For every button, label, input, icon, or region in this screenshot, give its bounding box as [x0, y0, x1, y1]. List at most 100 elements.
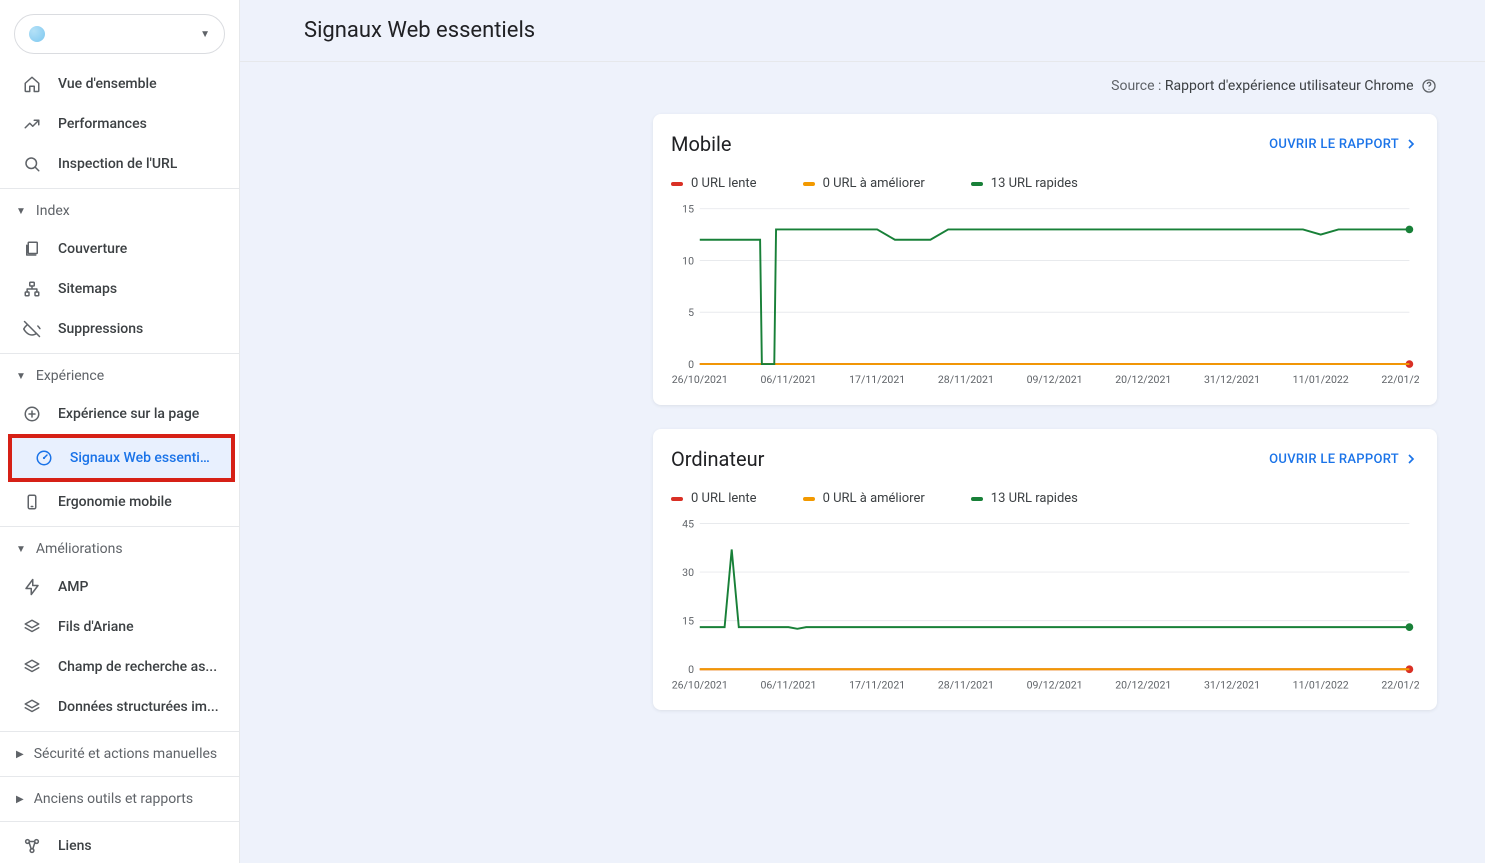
legend: 0 URL lente 0 URL à améliorer 13 URL rap… — [671, 168, 1419, 195]
nav-item-label: Inspection de l'URL — [58, 156, 177, 172]
legend-item: 13 URL rapides — [971, 176, 1078, 191]
open-report-button[interactable]: OUVRIR LE RAPPORT — [1269, 451, 1419, 467]
nav-section-label: Anciens outils et rapports — [34, 791, 193, 807]
main: Signaux Web essentiels Source : Rapport … — [240, 0, 1485, 863]
legend-item: 0 URL lente — [671, 491, 757, 506]
source-link[interactable]: Rapport d'expérience utilisateur Chrome — [1165, 78, 1414, 94]
card-header: Mobile OUVRIR LE RAPPORT — [671, 132, 1419, 156]
nav-item-label: Suppressions — [58, 321, 143, 337]
sitemap-icon — [22, 280, 42, 298]
nav-item-phone[interactable]: Ergonomie mobile — [0, 482, 239, 522]
divider — [0, 353, 239, 354]
legend-swatch-red — [671, 182, 683, 186]
legend-swatch-green — [971, 497, 983, 501]
chevron-right-icon — [1403, 136, 1419, 152]
caret-down-icon: ▼ — [16, 371, 26, 382]
nav-item-eye-off[interactable]: Suppressions — [0, 309, 239, 349]
legend-swatch-red — [671, 497, 683, 501]
divider — [0, 526, 239, 527]
svg-text:28/11/2021: 28/11/2021 — [938, 374, 994, 387]
card-title: Ordinateur — [671, 447, 764, 471]
svg-text:06/11/2021: 06/11/2021 — [760, 374, 816, 387]
link-icon — [22, 837, 42, 855]
nav-item-plus-circle[interactable]: Expérience sur la page — [0, 394, 239, 434]
nav-item-label: Ergonomie mobile — [58, 494, 172, 510]
svg-text:20/12/2021: 20/12/2021 — [1115, 374, 1171, 387]
svg-text:30: 30 — [682, 566, 694, 579]
divider — [0, 731, 239, 732]
divider — [0, 776, 239, 777]
svg-text:11/01/2022: 11/01/2022 — [1293, 374, 1349, 387]
nav-item-layers[interactable]: Données structurées im... — [0, 687, 239, 727]
nav-item-sitemap[interactable]: Sitemaps — [0, 269, 239, 309]
help-icon[interactable] — [1421, 78, 1437, 94]
nav-section-collapsed[interactable]: ▶ Anciens outils et rapports — [0, 781, 239, 817]
nav-item-search[interactable]: Inspection de l'URL — [0, 144, 239, 184]
legend-item: 13 URL rapides — [971, 491, 1078, 506]
nav-item-label: Signaux Web essentiels — [70, 450, 217, 466]
nav-item-label: Champ de recherche as... — [58, 659, 217, 675]
legend-text: 0 URL lente — [691, 176, 757, 191]
nav-item-label: Données structurées im... — [58, 699, 219, 715]
legend-swatch-orange — [803, 182, 815, 186]
open-report-label: OUVRIR LE RAPPORT — [1269, 137, 1399, 152]
svg-text:31/12/2021: 31/12/2021 — [1204, 374, 1260, 387]
nav-section-label: Expérience — [36, 368, 104, 384]
nav-item-layers[interactable]: Fils d'Ariane — [0, 607, 239, 647]
nav-item-home[interactable]: Vue d'ensemble — [0, 64, 239, 104]
open-report-button[interactable]: OUVRIR LE RAPPORT — [1269, 136, 1419, 152]
chart-mobile: 05101526/10/202106/11/202117/11/202128/1… — [671, 195, 1419, 395]
nav-item-layers[interactable]: Champ de recherche as... — [0, 647, 239, 687]
svg-text:45: 45 — [682, 518, 694, 531]
chart-desktop: 015304526/10/202106/11/202117/11/202128/… — [671, 510, 1419, 700]
page-title: Signaux Web essentiels — [304, 18, 1461, 43]
gauge-icon — [34, 449, 54, 467]
svg-text:17/11/2021: 17/11/2021 — [849, 679, 905, 692]
card-title: Mobile — [671, 132, 731, 156]
card-mobile: Mobile OUVRIR LE RAPPORT 0 URL lente 0 U… — [653, 114, 1437, 405]
legend-item: 0 URL à améliorer — [803, 176, 925, 191]
legend-item: 0 URL à améliorer — [803, 491, 925, 506]
svg-text:09/12/2021: 09/12/2021 — [1027, 374, 1083, 387]
nav-item-label: Sitemaps — [58, 281, 117, 297]
legend-text: 13 URL rapides — [991, 491, 1078, 506]
svg-text:31/12/2021: 31/12/2021 — [1204, 679, 1260, 692]
source-label: Source : — [1111, 78, 1165, 94]
nav-section-expérience[interactable]: ▼ Expérience — [0, 358, 239, 394]
svg-text:17/11/2021: 17/11/2021 — [849, 374, 905, 387]
cards: Mobile OUVRIR LE RAPPORT 0 URL lente 0 U… — [605, 94, 1485, 710]
legend-swatch-green — [971, 182, 983, 186]
svg-text:11/01/2022: 11/01/2022 — [1293, 679, 1349, 692]
plus-circle-icon — [22, 405, 42, 423]
home-icon — [22, 75, 42, 93]
svg-text:26/10/2021: 26/10/2021 — [672, 679, 728, 692]
sidebar: ▼ Vue d'ensemble Performances Inspection… — [0, 0, 240, 863]
caret-down-icon: ▼ — [16, 544, 26, 555]
chevron-right-icon — [1403, 451, 1419, 467]
search-icon — [22, 155, 42, 173]
nav-item-bolt[interactable]: AMP — [0, 567, 239, 607]
layers-icon — [22, 618, 42, 636]
svg-text:0: 0 — [688, 663, 694, 676]
nav-section-collapsed[interactable]: ▶ Sécurité et actions manuelles — [0, 736, 239, 772]
nav-section-label: Sécurité et actions manuelles — [34, 746, 217, 762]
legend-text: 0 URL à améliorer — [823, 176, 925, 191]
nav-item-trend[interactable]: Performances — [0, 104, 239, 144]
svg-text:06/11/2021: 06/11/2021 — [760, 679, 816, 692]
nav-section-index[interactable]: ▼ Index — [0, 193, 239, 229]
nav-item-label: Liens — [58, 838, 92, 854]
property-selector[interactable]: ▼ — [14, 14, 225, 54]
nav-item-label: AMP — [58, 579, 88, 595]
caret-down-icon: ▼ — [16, 206, 26, 217]
open-report-label: OUVRIR LE RAPPORT — [1269, 452, 1399, 467]
divider — [0, 188, 239, 189]
nav-item-pages[interactable]: Couverture — [0, 229, 239, 269]
nav-item-gauge[interactable]: Signaux Web essentiels — [12, 438, 231, 478]
layers-icon — [22, 658, 42, 676]
source-line: Source : Rapport d'expérience utilisateu… — [240, 62, 1485, 94]
nav-item-links[interactable]: Liens — [0, 826, 239, 863]
nav-section-améliorations[interactable]: ▼ Améliorations — [0, 531, 239, 567]
layers-icon — [22, 698, 42, 716]
svg-text:22/01/2022: 22/01/2022 — [1381, 679, 1419, 692]
legend-swatch-orange — [803, 497, 815, 501]
